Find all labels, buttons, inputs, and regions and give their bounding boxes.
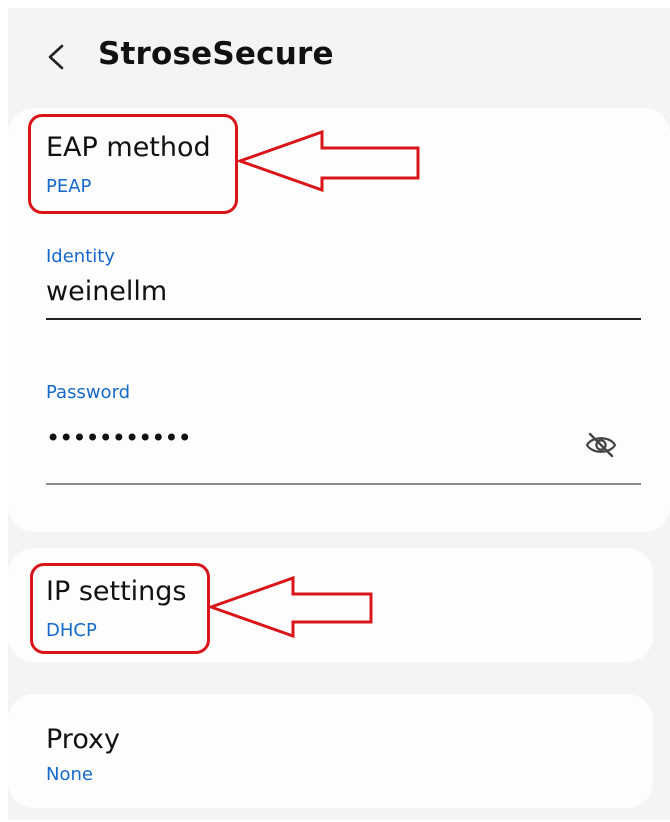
page-title: StroseSecure — [98, 36, 334, 72]
password-label: Password — [46, 382, 131, 403]
proxy-row[interactable]: Proxy None — [46, 722, 246, 792]
identity-input[interactable]: weinellm — [46, 276, 167, 307]
eap-highlight-box — [28, 114, 238, 214]
ip-annotation-arrow — [207, 576, 373, 638]
ip-highlight-box — [30, 563, 210, 654]
proxy-value: None — [46, 764, 93, 785]
identity-label: Identity — [46, 246, 115, 267]
toggle-password-visibility-icon[interactable] — [584, 430, 618, 460]
proxy-label: Proxy — [46, 724, 120, 755]
identity-underline — [46, 318, 641, 320]
eap-annotation-arrow — [236, 130, 420, 192]
back-arrow-icon[interactable] — [40, 40, 74, 74]
password-input[interactable]: ••••••••••• — [46, 424, 192, 452]
password-underline — [46, 483, 641, 485]
